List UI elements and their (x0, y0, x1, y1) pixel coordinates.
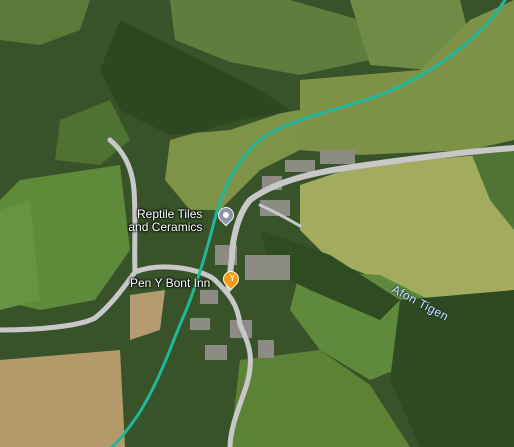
goblet-glyph: Y (229, 274, 236, 284)
field-southwest-ploughed (0, 350, 125, 447)
pin-dot (221, 210, 231, 220)
poi-label-line2: and Ceramics (128, 220, 203, 234)
map-imagery (0, 0, 514, 447)
poi-label-reptile-tiles[interactable]: Reptile Tiles and Ceramics (128, 208, 202, 234)
satellite-map[interactable]: Reptile Tiles and Ceramics Y Pen Y Bont … (0, 0, 514, 447)
poi-label-pen-y-bont-inn[interactable]: Pen Y Bont Inn (130, 277, 210, 290)
